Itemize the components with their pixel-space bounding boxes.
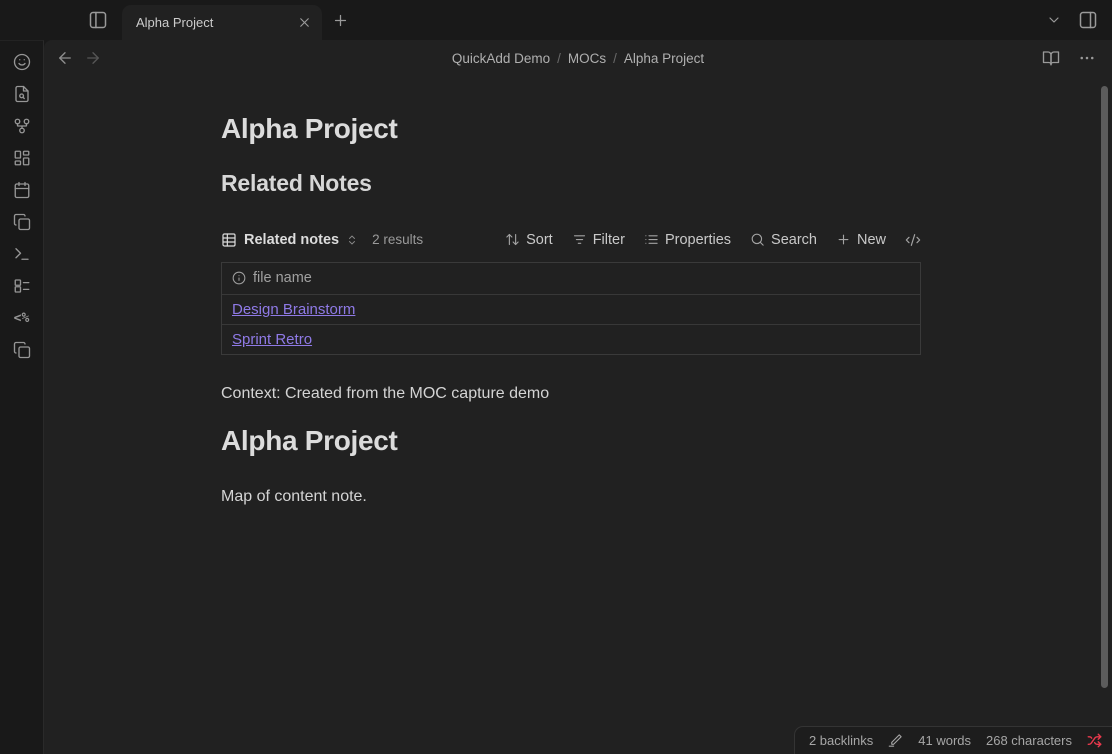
results-count: 2 results [372,232,423,247]
word-count: 41 words [918,733,971,748]
view-header: QuickAdd Demo / MOCs / Alpha Project [44,40,1112,76]
arrow-right-icon [84,49,102,67]
edit-mode-indicator[interactable] [888,733,903,748]
ribbon-copy-button-2[interactable] [8,336,36,364]
terminal-icon [13,245,31,263]
breadcrumb: QuickAdd Demo / MOCs / Alpha Project [452,51,704,66]
tab-bar: Alpha Project [0,0,1112,40]
base-view-selector[interactable]: Related notes [221,232,358,248]
panel-right-icon [1078,10,1098,30]
column-header-file-name[interactable]: file name [222,263,920,294]
tab-list-dropdown-button[interactable] [1046,12,1062,28]
code-view-button[interactable] [905,232,921,248]
properties-label: Properties [665,232,731,248]
workspace: <% QuickAd [0,40,1112,754]
ribbon-copy-button-1[interactable] [8,208,36,236]
ribbon: <% [0,40,44,754]
copy-pages-icon [13,341,31,359]
search-icon [750,232,765,247]
templater-icon: <% [14,311,30,326]
code-icon [905,232,921,248]
new-tab-button[interactable] [332,12,349,29]
table-icon [221,232,237,248]
note-link-sprint-retro[interactable]: Sprint Retro [232,331,312,348]
right-sidebar-toggle-button[interactable] [1078,10,1098,30]
left-sidebar-toggle-button[interactable] [88,10,108,30]
search-button[interactable]: Search [750,232,817,248]
arrow-left-icon [56,49,74,67]
plus-icon [836,232,851,247]
base-view-name: Related notes [244,232,339,248]
shuffle-alert-icon [1087,733,1102,748]
ribbon-dashboard-button[interactable] [8,144,36,172]
note-content: Alpha Project Related Notes Related note… [221,112,921,507]
column-header-label: file name [253,270,312,286]
table-row: Design Brainstorm [222,294,920,324]
ribbon-graph-button[interactable] [8,112,36,140]
smile-icon [13,53,31,71]
embedded-title-heading: Alpha Project [221,424,921,458]
backlinks-count[interactable]: 2 backlinks [809,733,873,748]
panel-left-icon [88,10,108,30]
base-toolbar: Related notes 2 results Sort [221,227,921,253]
filter-lines-icon [572,232,587,247]
tab-title: Alpha Project [136,15,297,30]
body-paragraph: Map of content note. [221,486,921,508]
sort-button[interactable]: Sort [505,232,553,248]
related-notes-heading: Related Notes [221,170,921,197]
character-count: 268 characters [986,733,1072,748]
more-options-button[interactable] [1078,49,1096,67]
pencil-line-icon [888,733,903,748]
context-paragraph: Context: Created from the MOC capture de… [221,383,921,405]
layout-dashboard-icon [13,149,31,167]
copy-pages-icon [13,213,31,231]
ribbon-terminal-button[interactable] [8,240,36,268]
status-bar: 2 backlinks 41 words 268 characters [794,726,1112,754]
info-circle-icon [232,271,246,285]
search-label: Search [771,232,817,248]
sort-label: Sort [526,232,553,248]
tab-alpha-project[interactable]: Alpha Project [122,5,322,40]
base-table: file name Design Brainstorm Sprint Retro [221,262,921,355]
ribbon-list-button[interactable] [8,272,36,300]
note-link-design-brainstorm[interactable]: Design Brainstorm [232,301,355,318]
plus-icon [332,12,349,29]
breadcrumb-separator: / [550,51,568,66]
filter-button[interactable]: Filter [572,232,625,248]
note-title-heading: Alpha Project [221,112,921,146]
ellipsis-icon [1078,49,1096,67]
reading-mode-button[interactable] [1042,49,1060,67]
sync-alert-indicator[interactable] [1087,733,1102,748]
new-label: New [857,232,886,248]
ribbon-templater-button[interactable]: <% [8,304,36,332]
navigate-back-button[interactable] [56,49,74,67]
git-fork-icon [13,117,31,135]
breadcrumb-separator: / [606,51,624,66]
editor-pane: QuickAdd Demo / MOCs / Alpha Project [44,40,1112,754]
ribbon-file-search-button[interactable] [8,80,36,108]
ribbon-calendar-button[interactable] [8,176,36,204]
navigate-forward-button[interactable] [84,49,102,67]
breadcrumb-item-folder[interactable]: MOCs [568,51,606,66]
chevrons-up-down-icon [346,234,358,246]
properties-button[interactable]: Properties [644,232,731,248]
breadcrumb-item-note[interactable]: Alpha Project [624,51,704,66]
tab-close-icon[interactable] [297,15,312,30]
file-search-icon [13,85,31,103]
filter-label: Filter [593,232,625,248]
arrow-up-down-icon [505,232,520,247]
list-icon [644,232,659,247]
list-todo-icon [13,277,31,295]
ribbon-smile-button[interactable] [8,48,36,76]
chevron-down-icon [1046,12,1062,28]
vertical-scrollbar-thumb[interactable] [1101,86,1108,688]
table-row: Sprint Retro [222,324,920,354]
breadcrumb-item-vault[interactable]: QuickAdd Demo [452,51,550,66]
new-entry-button[interactable]: New [836,232,886,248]
calendar-icon [13,181,31,199]
book-open-icon [1042,49,1060,67]
